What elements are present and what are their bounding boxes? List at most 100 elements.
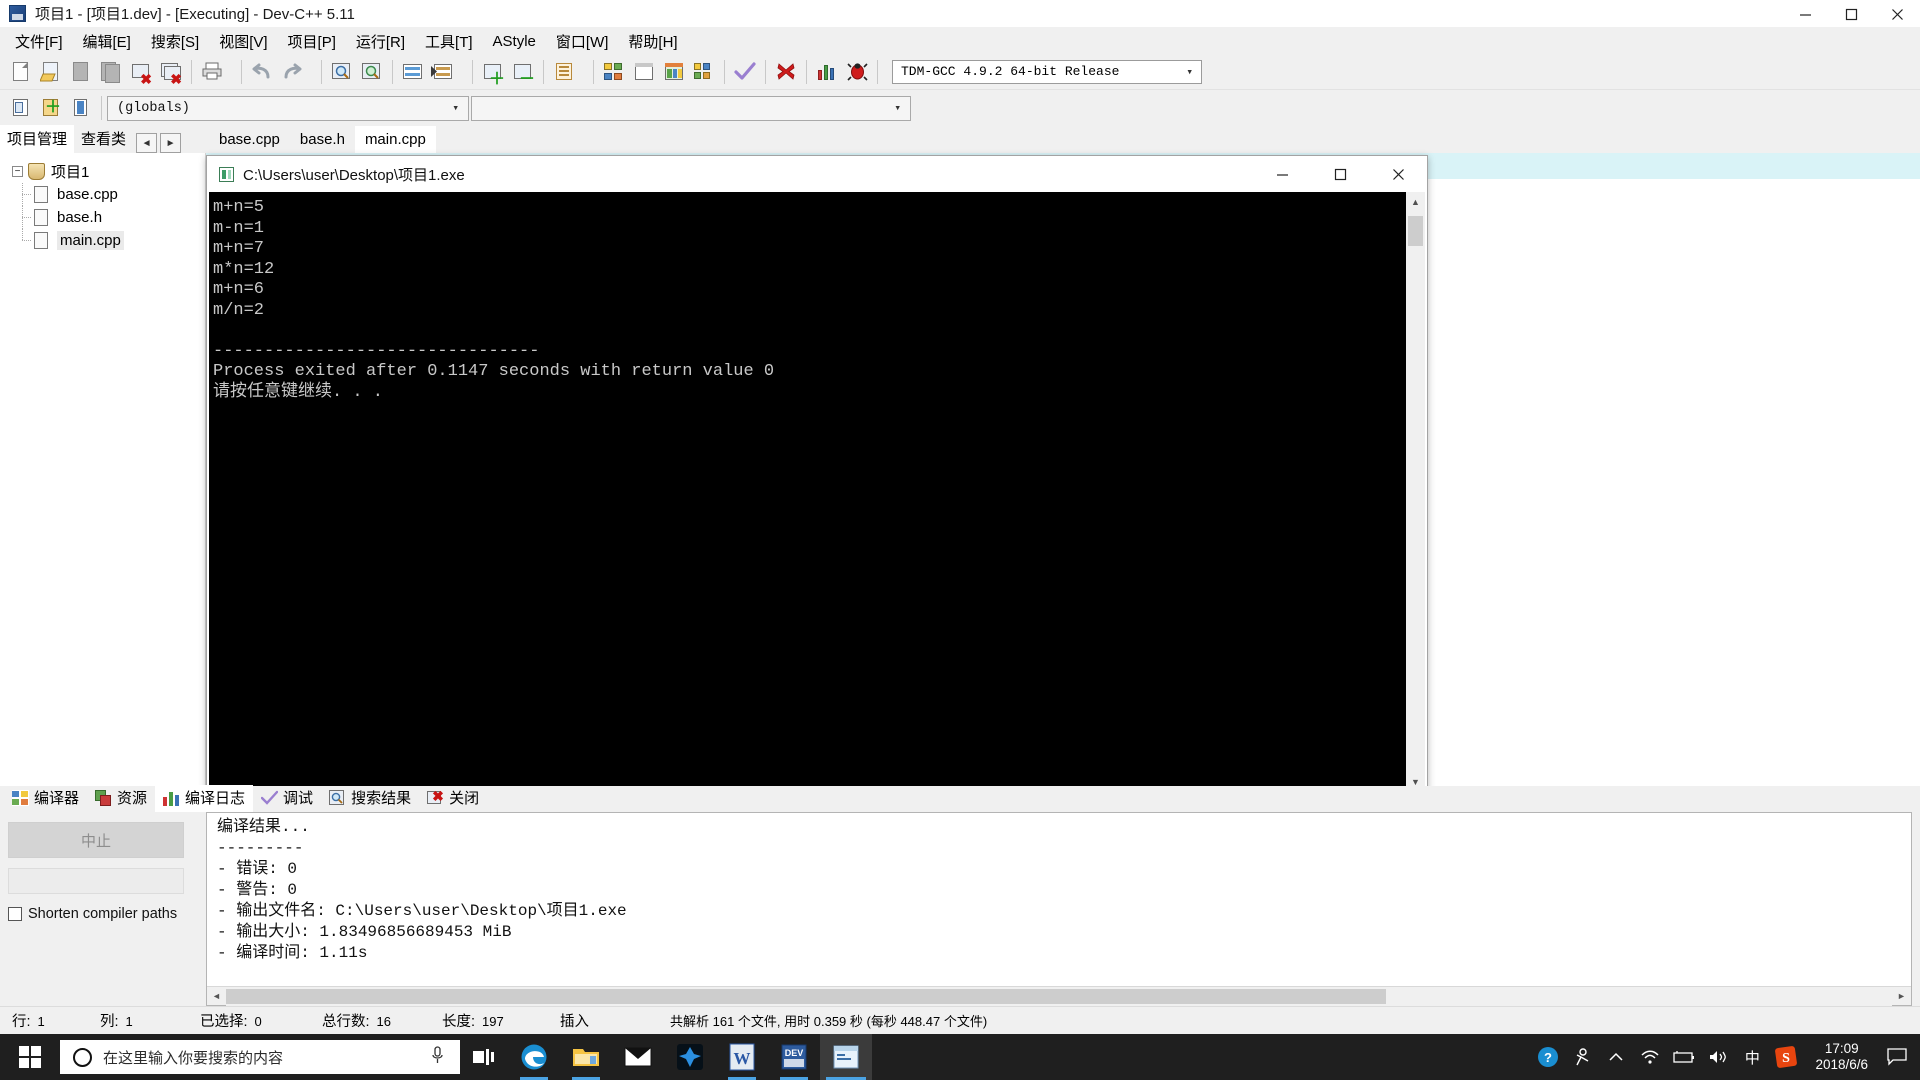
volume-icon[interactable] bbox=[1701, 1034, 1735, 1080]
scope-combo[interactable]: (globals) ▾ bbox=[107, 95, 469, 121]
debug-icon[interactable] bbox=[842, 57, 872, 87]
tab-resource[interactable]: 资源 bbox=[87, 785, 155, 812]
taskbar-app-photoshop-icon[interactable] bbox=[664, 1034, 716, 1080]
taskbar-app-devcpp-icon[interactable]: DEV bbox=[768, 1034, 820, 1080]
menu-astyle[interactable]: AStyle bbox=[483, 30, 546, 53]
tab-scroll-next-button[interactable]: ► bbox=[160, 133, 182, 153]
tab-compiler[interactable]: 编译器 bbox=[4, 785, 87, 812]
taskbar-app-mail-icon[interactable] bbox=[612, 1034, 664, 1080]
stop-execution-icon[interactable] bbox=[771, 57, 801, 87]
action-center-icon[interactable] bbox=[1880, 1034, 1914, 1080]
new-file-icon[interactable] bbox=[6, 57, 36, 87]
maximize-icon[interactable] bbox=[1828, 0, 1874, 28]
menu-help[interactable]: 帮助[H] bbox=[618, 28, 687, 55]
menu-window[interactable]: 窗口[W] bbox=[546, 28, 619, 55]
console-scroll-track[interactable] bbox=[1406, 212, 1425, 772]
maximize-icon[interactable] bbox=[1311, 156, 1369, 192]
close-all-icon[interactable]: ✖ bbox=[156, 57, 186, 87]
task-view-icon[interactable] bbox=[460, 1034, 508, 1080]
tab-search-results[interactable]: 搜索结果 bbox=[321, 785, 419, 812]
find-icon[interactable] bbox=[327, 57, 357, 87]
insert-icon[interactable] bbox=[6, 93, 36, 123]
menu-tools[interactable]: 工具[T] bbox=[415, 28, 483, 55]
redo-icon[interactable] bbox=[277, 57, 307, 87]
tab-class-browser[interactable]: 查看类 bbox=[74, 125, 134, 153]
scroll-left-icon[interactable]: ◄ bbox=[207, 987, 226, 1006]
run-icon[interactable] bbox=[629, 57, 659, 87]
profile-icon[interactable] bbox=[812, 57, 842, 87]
minimize-icon[interactable] bbox=[1782, 0, 1828, 28]
tab-base-h[interactable]: base.h bbox=[289, 128, 355, 153]
ime-indicator[interactable]: 中 bbox=[1735, 1034, 1769, 1080]
tab-scroll-prev-button[interactable]: ◄ bbox=[136, 133, 158, 153]
abort-button[interactable]: 中止 bbox=[8, 822, 184, 858]
tree-node-base-h[interactable]: base.h bbox=[0, 206, 205, 229]
taskbar-app-file-explorer-icon[interactable] bbox=[560, 1034, 612, 1080]
tab-project-manager[interactable]: 项目管理 bbox=[0, 125, 75, 153]
undo-icon[interactable] bbox=[247, 57, 277, 87]
tab-close-panel[interactable]: ✖ 关闭 bbox=[419, 785, 487, 812]
save-icon[interactable] bbox=[66, 57, 96, 87]
menu-edit[interactable]: 编辑[E] bbox=[73, 28, 141, 55]
close-icon[interactable] bbox=[1369, 156, 1427, 192]
console-scroll-thumb[interactable] bbox=[1408, 216, 1423, 246]
collapse-icon[interactable]: − bbox=[12, 166, 23, 177]
search-input[interactable]: 在这里输入你要搜索的内容 bbox=[60, 1040, 460, 1074]
goto-line-icon[interactable] bbox=[398, 57, 428, 87]
add-to-project-icon[interactable]: ＋ bbox=[478, 57, 508, 87]
rebuild-all-icon[interactable] bbox=[689, 57, 719, 87]
taskbar-app-console-icon[interactable] bbox=[820, 1034, 872, 1080]
project-options-icon[interactable] bbox=[549, 57, 579, 87]
tree-node-project-root[interactable]: − 项目1 bbox=[0, 160, 205, 183]
taskbar-app-edge-icon[interactable] bbox=[508, 1034, 560, 1080]
tab-compile-log[interactable]: 编译日志 bbox=[155, 785, 254, 812]
shorten-paths-checkbox[interactable] bbox=[8, 907, 22, 921]
tree-node-label: base.h bbox=[57, 209, 103, 226]
resource-icon bbox=[95, 789, 112, 806]
taskbar-app-word-icon[interactable]: W bbox=[716, 1034, 768, 1080]
tree-node-base-cpp[interactable]: base.cpp bbox=[0, 183, 205, 206]
goto-function-icon[interactable] bbox=[428, 57, 458, 87]
tab-debug[interactable]: 调试 bbox=[253, 785, 321, 812]
shorten-paths-row[interactable]: Shorten compiler paths bbox=[8, 906, 198, 922]
compile-icon[interactable] bbox=[599, 57, 629, 87]
syntax-check-icon[interactable] bbox=[730, 57, 760, 87]
microphone-icon[interactable] bbox=[431, 1045, 444, 1069]
taskbar-clock[interactable]: 17:09 2018/6/6 bbox=[1803, 1041, 1880, 1073]
sogou-ime-icon[interactable]: S bbox=[1769, 1034, 1803, 1080]
show-hidden-icons-icon[interactable] bbox=[1599, 1034, 1633, 1080]
tree-node-main-cpp[interactable]: main.cpp bbox=[0, 229, 205, 252]
toolbar-separator bbox=[101, 96, 102, 120]
toggle-breakpoint-icon[interactable]: ＋ bbox=[36, 93, 66, 123]
save-all-icon[interactable] bbox=[96, 57, 126, 87]
compile-and-run-icon[interactable] bbox=[659, 57, 689, 87]
print-icon[interactable] bbox=[197, 57, 227, 87]
close-icon[interactable] bbox=[1874, 0, 1920, 28]
menu-project[interactable]: 项目[P] bbox=[278, 28, 346, 55]
remove-from-project-icon[interactable]: － bbox=[508, 57, 538, 87]
replace-icon[interactable] bbox=[357, 57, 387, 87]
menu-search[interactable]: 搜索[S] bbox=[141, 28, 209, 55]
people-icon[interactable] bbox=[1565, 1034, 1599, 1080]
goto-declaration-icon[interactable] bbox=[66, 93, 96, 123]
minimize-icon[interactable] bbox=[1253, 156, 1311, 192]
menu-run[interactable]: 运行[R] bbox=[346, 28, 415, 55]
scroll-up-icon[interactable]: ▲ bbox=[1406, 192, 1425, 212]
tab-base-cpp[interactable]: base.cpp bbox=[209, 128, 290, 153]
wifi-icon[interactable] bbox=[1633, 1034, 1667, 1080]
open-file-icon[interactable] bbox=[36, 57, 66, 87]
menu-file[interactable]: 文件[F] bbox=[5, 28, 73, 55]
windows-start-icon[interactable] bbox=[0, 1034, 60, 1080]
tab-main-cpp[interactable]: main.cpp bbox=[354, 126, 436, 153]
console-scrollbar[interactable]: ▲ ▼ bbox=[1405, 192, 1425, 792]
menu-view[interactable]: 视图[V] bbox=[209, 28, 277, 55]
hscroll-track[interactable] bbox=[226, 986, 1892, 1006]
help-icon[interactable]: ? bbox=[1531, 1034, 1565, 1080]
hscroll-thumb[interactable] bbox=[226, 988, 1386, 1004]
member-combo[interactable]: ▾ bbox=[471, 95, 911, 121]
scroll-right-icon[interactable]: ► bbox=[1892, 987, 1911, 1006]
compile-log-hscrollbar[interactable]: ◄ ► bbox=[207, 986, 1911, 1006]
close-file-icon[interactable]: ✖ bbox=[126, 57, 156, 87]
compiler-select[interactable]: TDM-GCC 4.9.2 64-bit Release ▾ bbox=[892, 59, 1202, 84]
battery-icon[interactable] bbox=[1667, 1034, 1701, 1080]
